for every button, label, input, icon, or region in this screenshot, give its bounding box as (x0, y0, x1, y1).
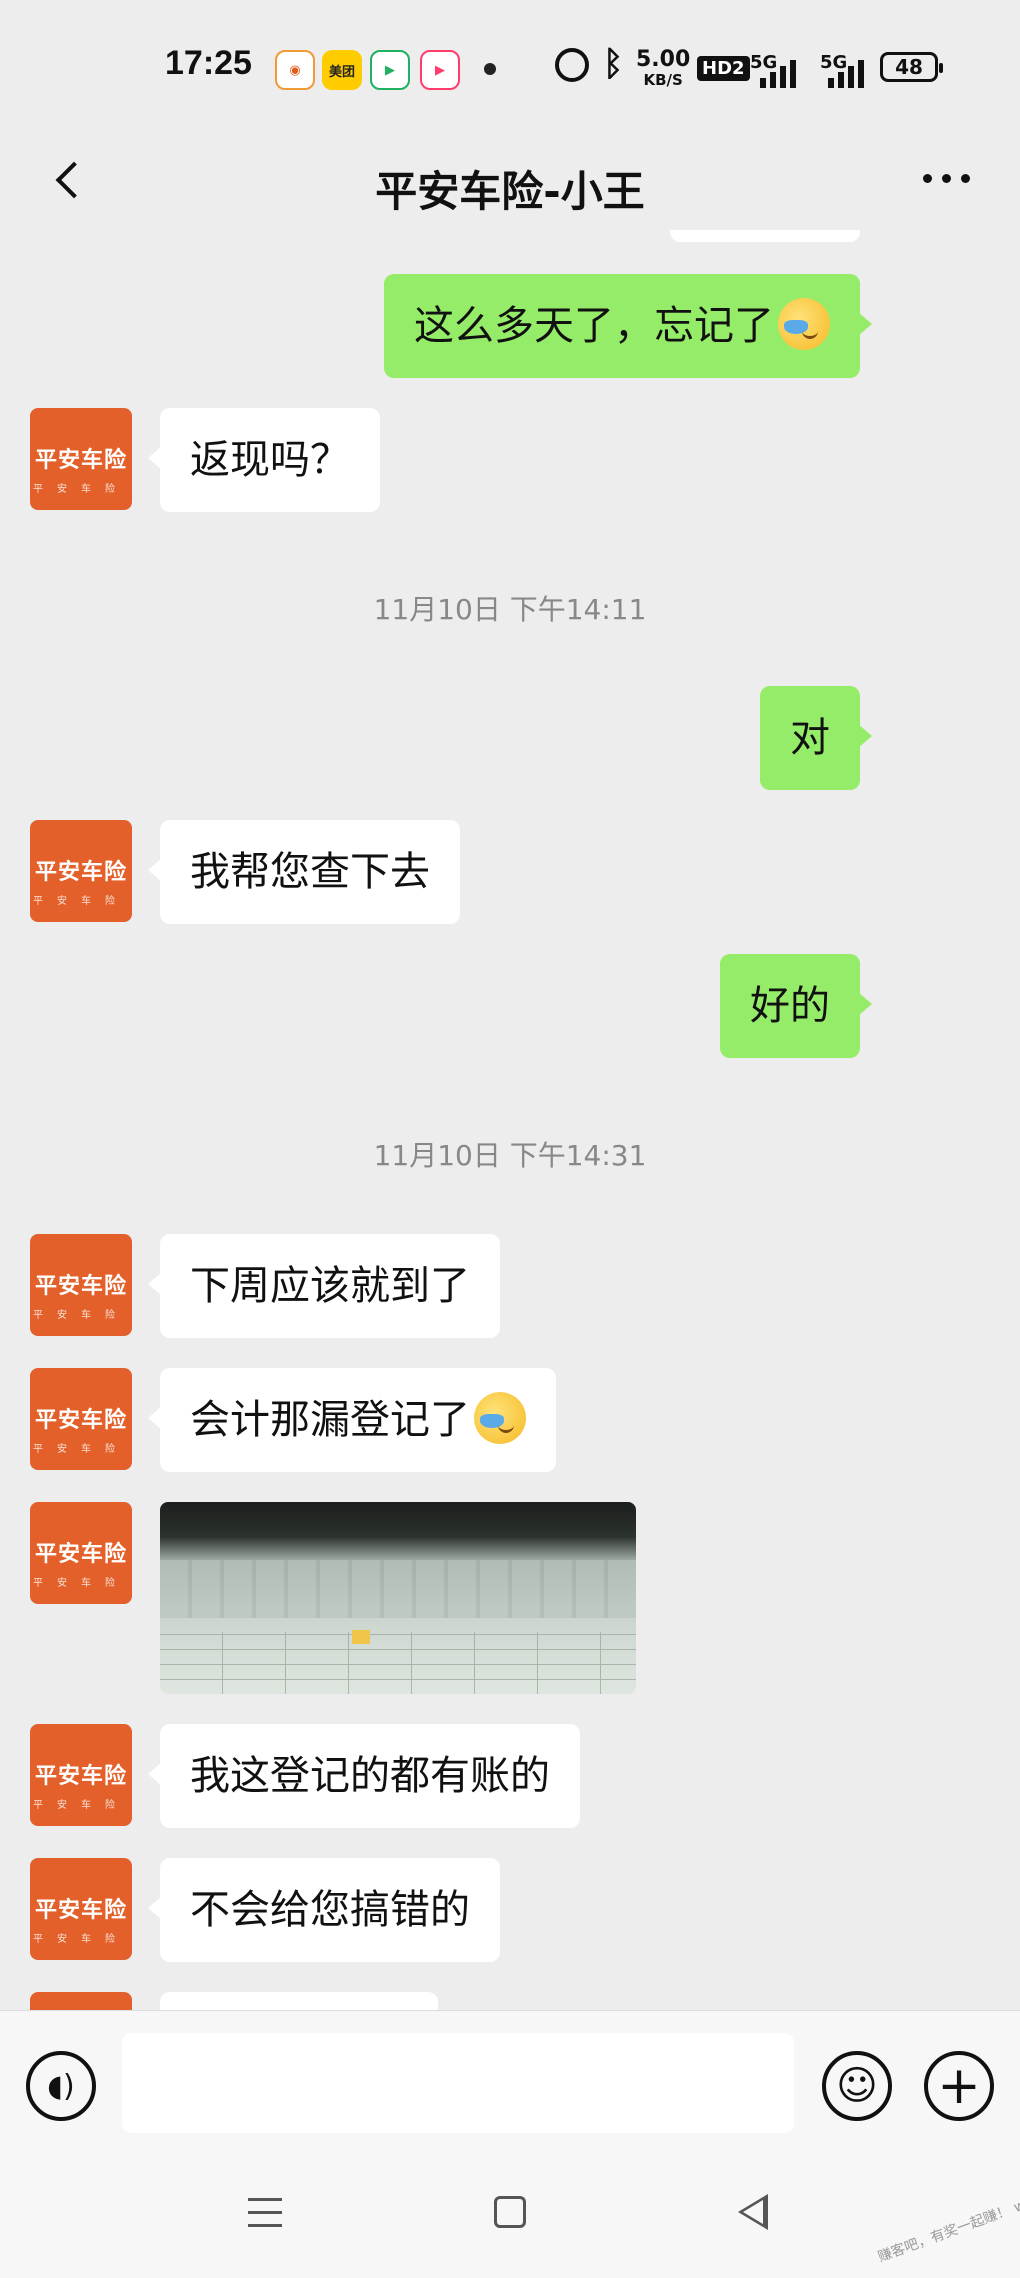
home-button[interactable] (494, 2196, 526, 2228)
more-functions-button[interactable]: + (924, 2051, 994, 2121)
avatar-text: 平安车险 (34, 448, 127, 473)
avatar-subtext: 平安车险 (33, 1310, 129, 1321)
nav-back-button[interactable] (738, 2194, 768, 2230)
message-row-incoming: 我这登记的都有账的 (148, 1724, 580, 1828)
avatar-text: 平安车险 (34, 860, 127, 885)
message-text: 会计那漏登记了 (190, 1397, 470, 1443)
spreadsheet-grid (160, 1632, 636, 1694)
spreadsheet-highlight (352, 1630, 370, 1644)
voice-input-button[interactable]: ◖) (26, 2051, 96, 2121)
message-text: 这么多天了，忘记了 (414, 303, 774, 349)
message-row-incoming: 下周应该就到了 (148, 1234, 500, 1338)
voice-wave-icon: ◖) (47, 2068, 75, 2104)
message-row-outgoing: 这么多天了，忘记了 (384, 274, 872, 378)
outgoing-bubble[interactable]: 对 (760, 686, 872, 790)
contact-avatar[interactable]: 平安车险 平安车险 (30, 408, 132, 510)
notification-dot-icon (484, 63, 496, 75)
avatar-subtext: 平安车险 (33, 1444, 129, 1455)
avatar-text: 平安车险 (34, 1898, 127, 1923)
message-row-outgoing: 好的 (720, 954, 872, 1058)
message-text: 我帮您查下去 (190, 849, 430, 895)
incoming-bubble[interactable]: 我这登记的都有账的 (148, 1724, 580, 1828)
contact-avatar[interactable]: 平安车险 平安车险 (30, 1724, 132, 1826)
face-palm-emoji-icon (474, 1392, 526, 1444)
image-message[interactable] (160, 1502, 636, 1694)
status-bar: 17:25 ◉ 美团 ▶ ▶ ᛒ 5.00 KB/S HD2 5G 5G 48 (0, 0, 1020, 130)
more-options-button[interactable] (923, 174, 970, 183)
message-text: 不会给您搞错的 (190, 1887, 470, 1933)
hd-voice-icon: HD2 (697, 56, 750, 81)
avatar-subtext: 平安车险 (33, 1578, 129, 1589)
message-text: 好的 (750, 983, 830, 1029)
more-dot-icon (942, 174, 951, 183)
message-text: 返现吗？ (190, 437, 350, 483)
incoming-bubble[interactable]: 会计那漏登记了 (148, 1368, 556, 1472)
avatar-subtext: 平安车险 (33, 1934, 129, 1945)
status-time: 17:25 (165, 44, 252, 82)
message-row-incoming: 不会给您搞错的 (148, 1858, 500, 1962)
meituan-app-icon: 美团 (322, 50, 362, 90)
contact-avatar[interactable]: 平安车险 平安车险 (30, 820, 132, 922)
net-speed: 5.00 KB/S (636, 47, 691, 90)
incoming-bubble[interactable]: 下周应该就到了 (148, 1234, 500, 1338)
avatar-subtext: 平安车险 (33, 484, 129, 495)
message-text: 对 (790, 715, 830, 761)
contact-avatar[interactable] (30, 1992, 132, 2010)
avatar-subtext: 平安车险 (33, 896, 129, 907)
avatar-text: 平安车险 (34, 1764, 127, 1789)
video-app-icon: ▶ (370, 50, 410, 90)
net-speed-unit: KB/S (643, 71, 683, 89)
incoming-bubble[interactable]: 返现吗？ (148, 408, 380, 512)
message-row-outgoing: 对 (760, 686, 872, 790)
contact-avatar[interactable]: 平安车险 平安车险 (30, 1368, 132, 1470)
plus-icon: + (937, 2056, 981, 2116)
signal-1-icon (760, 60, 796, 88)
alarm-icon (555, 48, 589, 82)
more-dot-icon (961, 174, 970, 183)
message-row-incoming: 返现吗？ (148, 408, 380, 512)
contact-avatar[interactable]: 平安车险 平安车险 (30, 1234, 132, 1336)
page-title: 平安车险-小王 (375, 167, 645, 216)
spreadsheet-ribbon (160, 1560, 636, 1618)
message-input[interactable] (122, 2033, 794, 2133)
timestamp: 11月10日 下午14:11 (373, 593, 647, 626)
incoming-bubble[interactable] (160, 1992, 438, 2010)
recent-apps-button[interactable] (248, 2198, 282, 2237)
emoji-button[interactable]: ☺ (822, 2051, 892, 2121)
smiley-icon: ☺ (836, 2063, 878, 2109)
chat-header: 平安车险-小王 (0, 130, 1020, 230)
face-palm-emoji-icon (778, 298, 830, 350)
contact-avatar[interactable]: 平安车险 平安车险 (30, 1502, 132, 1604)
message-text: 下周应该就到了 (190, 1263, 470, 1309)
system-nav-bar (0, 2156, 1020, 2278)
message-row-incoming: 会计那漏登记了 (148, 1368, 556, 1472)
message-row-incoming-partial (160, 1992, 438, 2010)
contact-avatar[interactable]: 平安车险 平安车险 (30, 1858, 132, 1960)
food-delivery-app-icon: ◉ (275, 50, 315, 90)
incoming-bubble[interactable]: 我帮您查下去 (148, 820, 460, 924)
bluetooth-icon: ᛒ (603, 44, 624, 84)
chat-message-list[interactable]: 这么多天了，忘记了 平安车险 平安车险 返现吗？ 11月10日 下午14:11 … (0, 230, 1020, 2010)
short-video-app-icon: ▶ (420, 50, 460, 90)
avatar-text: 平安车险 (34, 1408, 127, 1433)
battery-icon: 48 (880, 52, 943, 82)
incoming-bubble[interactable]: 不会给您搞错的 (148, 1858, 500, 1962)
avatar-text: 平安车险 (34, 1274, 127, 1299)
message-row-incoming: 我帮您查下去 (148, 820, 460, 924)
timestamp: 11月10日 下午14:31 (373, 1139, 647, 1172)
signal-2-icon (828, 60, 864, 88)
avatar-text: 平安车险 (34, 1542, 127, 1567)
more-dot-icon (923, 174, 932, 183)
input-bar: ◖) ☺ + (0, 2010, 1020, 2156)
outgoing-bubble[interactable]: 好的 (720, 954, 872, 1058)
message-text: 我这登记的都有账的 (190, 1753, 550, 1799)
net-speed-value: 5.00 (636, 47, 691, 72)
avatar-subtext: 平安车险 (33, 1800, 129, 1811)
partial-message-card[interactable] (670, 230, 860, 242)
outgoing-bubble[interactable]: 这么多天了，忘记了 (384, 274, 872, 378)
